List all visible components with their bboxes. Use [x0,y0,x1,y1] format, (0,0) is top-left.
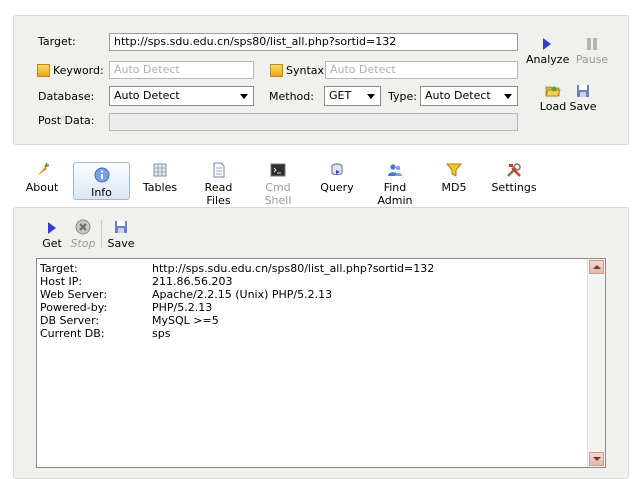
target-label: Target: [38,35,76,48]
tab-about[interactable]: About [22,162,62,200]
users-icon [388,164,402,176]
type-select-value: Auto Detect [425,89,491,102]
pause-button[interactable]: Pause [574,37,610,66]
info-value: 211.86.56.203 [152,275,233,288]
syntax-input[interactable]: Auto Detect [325,61,518,79]
type-select[interactable]: Auto Detect [420,86,518,106]
keyword-input[interactable]: Auto Detect [109,61,254,79]
floppy-disk-icon [115,221,127,233]
tab-find-admin[interactable]: Find Admin [366,162,424,207]
tab-tables[interactable]: Tables [139,162,181,200]
carrot-icon [37,162,50,176]
stop-icon [75,219,91,235]
method-label: Method: [269,90,314,103]
tab-query-label: Query [320,181,354,194]
vertical-scrollbar[interactable] [587,259,605,467]
load-label: Load [539,100,567,113]
scroll-down-button[interactable] [589,452,604,466]
keyword-label: Keyword: [53,64,104,77]
document-icon [213,162,224,178]
database-label: Database: [38,90,95,103]
info-value: sps [152,327,171,340]
stop-label: Stop [70,237,96,250]
info-key: Host IP: [40,275,83,288]
scroll-up-button[interactable] [589,260,604,274]
chevron-down-icon [504,94,512,99]
type-label: Type: [388,90,417,103]
play-icon [543,38,551,50]
chevron-down-icon [367,94,375,99]
syntax-checkbox[interactable] [270,64,283,77]
tab-read-files[interactable]: Read Files [191,162,246,207]
method-select-value: GET [329,89,352,102]
tab-settings-label: Settings [491,181,537,194]
tab-read-files-label: Read Files [204,181,233,207]
analyze-label: Analyze [526,53,570,66]
load-button[interactable]: Load [538,84,568,113]
tab-settings[interactable]: Settings [491,162,537,200]
get-button[interactable]: Get [40,221,64,250]
chevron-down-icon [240,94,248,99]
info-key: Web Server: [40,288,108,301]
syntax-label: Syntax: [286,64,328,77]
info-key: Powered-by: [40,301,108,314]
tab-info-label: Info [91,186,112,199]
tab-find-admin-label: Find Admin [377,181,413,207]
get-label: Get [42,237,62,250]
query-icon [331,163,343,175]
tab-md5[interactable]: MD5 [438,162,470,200]
keyword-checkbox[interactable] [37,64,50,77]
floppy-disk-icon [577,85,589,97]
funnel-icon [446,163,462,177]
info-key: Current DB: [40,327,105,340]
tab-cmd-shell[interactable]: Cmd Shell [252,162,304,207]
save-form-label: Save [569,100,597,113]
tab-cmd-shell-label: Cmd Shell [264,181,292,207]
info-value: Apache/2.2.15 (Unix) PHP/5.2.13 [152,288,333,301]
terminal-icon [270,163,286,177]
chevron-up-icon [593,265,601,269]
save-output-label: Save [107,237,135,250]
method-select[interactable]: GET [324,86,381,106]
play-icon [48,222,56,234]
target-input[interactable]: http://sps.sdu.edu.cn/sps80/list_all.php… [109,33,518,51]
pause-label: Pause [575,53,609,66]
tab-tables-label: Tables [142,181,178,194]
table-icon [153,163,167,177]
info-value: MySQL >=5 [152,314,219,327]
tab-query[interactable]: Query [318,162,356,200]
save-output-button[interactable]: Save [106,219,136,250]
toolbar-separator [101,220,102,248]
save-form-button[interactable]: Save [568,84,598,113]
info-value: http://sps.sdu.edu.cn/sps80/list_all.php… [152,262,435,275]
pause-icon [587,38,597,50]
post-data-label: Post Data: [38,114,95,127]
info-key: Target: [40,262,78,275]
analyze-button[interactable]: Analyze [526,37,570,66]
database-select-value: Auto Detect [114,89,180,102]
info-key: DB Server: [40,314,100,327]
tools-icon [507,163,521,177]
tab-md5-label: MD5 [441,181,467,194]
stop-button[interactable]: Stop [68,219,98,250]
post-data-input[interactable] [109,113,518,131]
tab-about-label: About [25,181,59,194]
info-output[interactable]: Target: http://sps.sdu.edu.cn/sps80/list… [36,258,606,468]
database-select[interactable]: Auto Detect [109,86,254,106]
folder-open-icon [545,86,561,97]
info-value: PHP/5.2.13 [152,301,213,314]
info-icon [94,167,109,183]
chevron-down-icon [593,457,601,461]
tab-info[interactable]: Info [73,162,130,200]
